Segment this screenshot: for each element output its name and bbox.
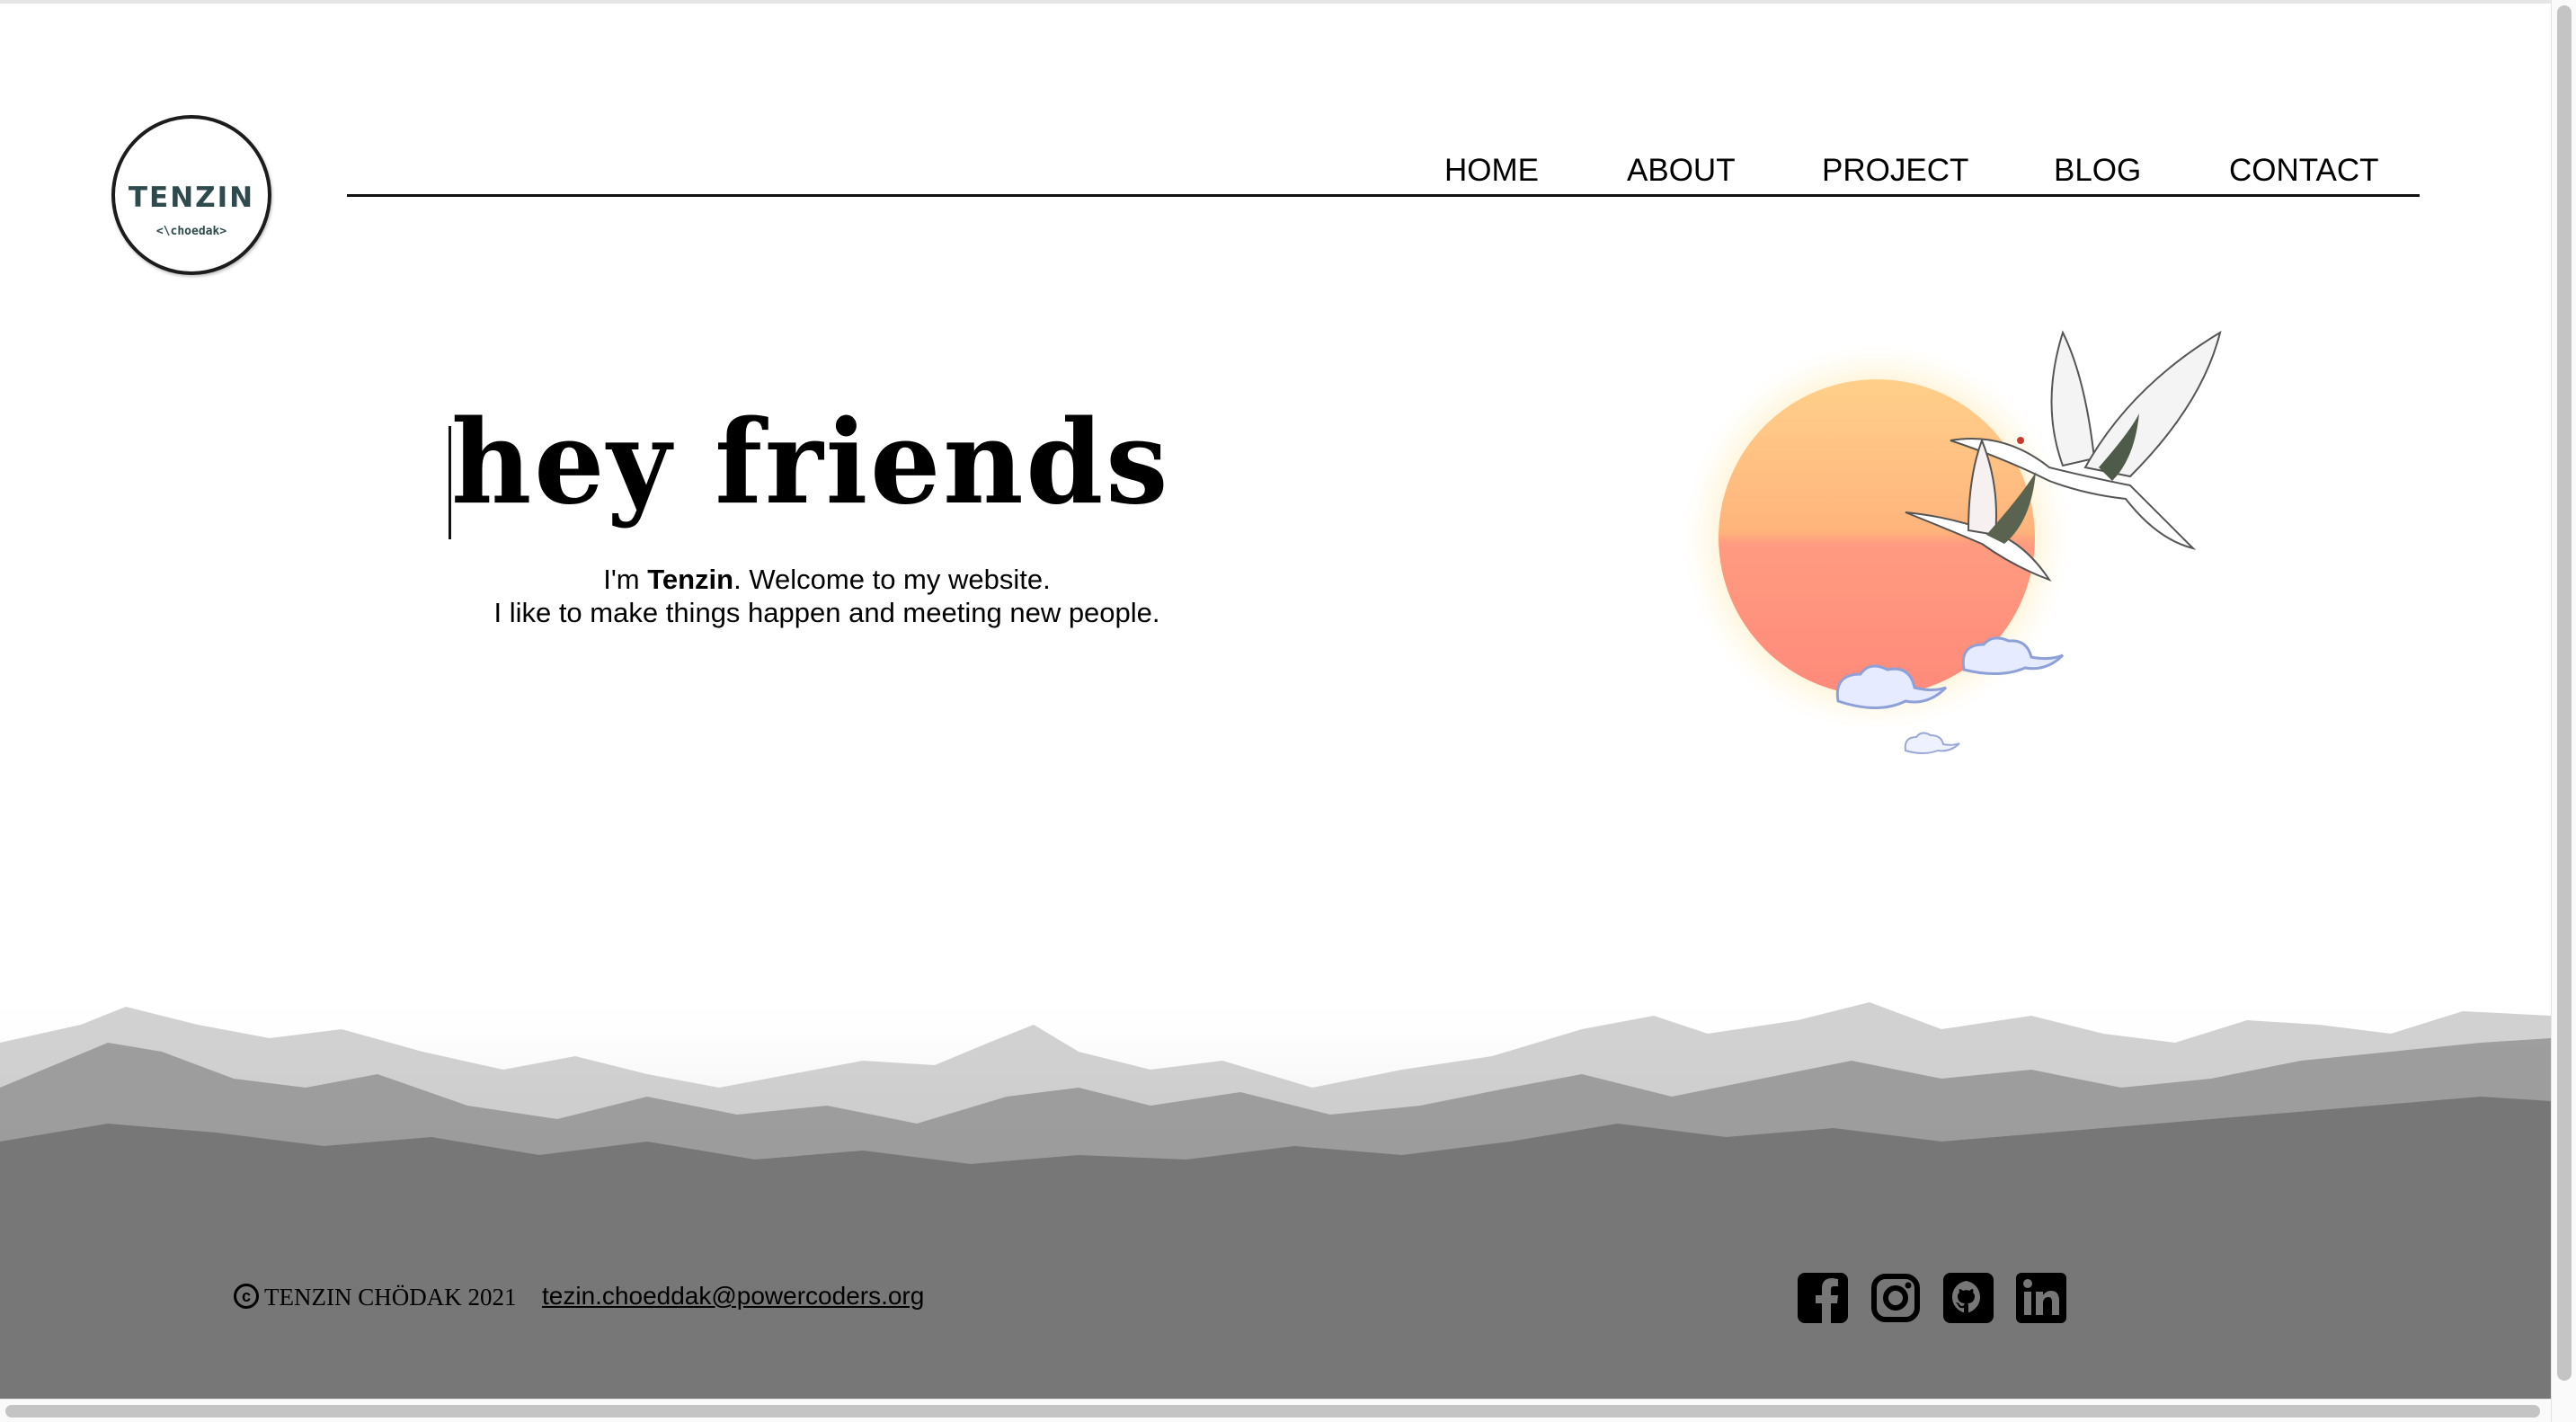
facebook-icon[interactable] [1798,1273,1848,1323]
site-logo[interactable]: TENZIN <\choedak> [111,115,271,275]
mountain-landscape [0,989,2551,1179]
footer-email-link[interactable]: tezin.choeddak@powercoders.org [542,1282,924,1311]
window-top-border [0,0,2576,4]
logo-subtitle: <\choedak> [155,225,227,238]
logo-name: TENZIN [128,182,255,214]
footer-copyright: TENZIN CHÖDAK 2021 [264,1284,517,1311]
hero-name: Tenzin [647,564,734,595]
nav-about[interactable]: ABOUT [1627,153,1736,189]
vertical-scrollbar-thumb[interactable] [2557,5,2572,1381]
nav-project[interactable]: PROJECT [1822,153,1968,189]
nav-underline [347,194,2420,197]
nav-blog[interactable]: BLOG [2054,153,2141,189]
linkedin-icon[interactable] [2016,1273,2066,1323]
horizontal-scrollbar[interactable] [0,1399,2551,1422]
horizontal-scrollbar-thumb[interactable] [5,1405,2540,1418]
sun-and-cranes-illustration [1683,330,2222,754]
nav-contact[interactable]: CONTACT [2229,153,2379,189]
hero-line1-suffix: . Welcome to my website. [733,564,1051,595]
vertical-scrollbar[interactable] [2551,0,2576,1422]
nav-home[interactable]: HOME [1444,153,1539,189]
github-icon[interactable] [1943,1273,1994,1323]
instagram-icon[interactable] [1870,1273,1921,1323]
hero-subtitle: I'm Tenzin. Welcome to my website. I lik… [378,563,1276,629]
hero-title: hey friends [451,395,1171,530]
hero-line2: I like to make things happen and meeting… [493,597,1160,628]
cloud-3 [1904,732,1960,754]
copyright-icon: c [234,1284,259,1309]
hero-line1-prefix: I'm [603,564,648,595]
